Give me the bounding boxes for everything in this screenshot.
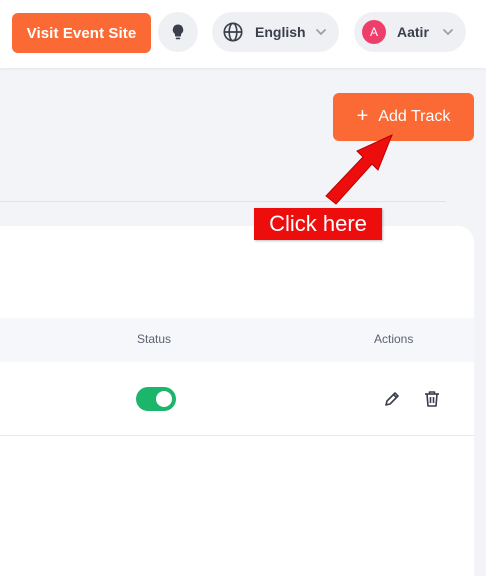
lightbulb-icon bbox=[172, 24, 184, 40]
chevron-down-icon bbox=[316, 29, 326, 36]
add-track-label: Add Track bbox=[378, 108, 451, 125]
user-menu[interactable]: A Aatir bbox=[354, 12, 466, 52]
column-actions: Actions bbox=[374, 332, 414, 346]
click-here-annotation: Click here bbox=[254, 208, 382, 240]
plus-icon: + bbox=[356, 105, 369, 127]
visit-event-site-button[interactable]: Visit Event Site bbox=[12, 13, 151, 53]
pencil-icon[interactable] bbox=[382, 389, 402, 409]
avatar: A bbox=[362, 20, 386, 44]
globe-icon bbox=[223, 22, 243, 42]
theme-toggle-button[interactable] bbox=[158, 12, 198, 52]
table-row bbox=[0, 362, 474, 436]
trash-icon[interactable] bbox=[422, 389, 442, 409]
top-bar: Visit Event Site English A Aatir bbox=[0, 0, 486, 68]
language-label: English bbox=[255, 24, 306, 40]
language-selector[interactable]: English bbox=[212, 12, 339, 52]
toggle-knob bbox=[156, 391, 172, 407]
table-header: Status Actions bbox=[0, 318, 474, 362]
annotation-arrow-icon bbox=[325, 134, 393, 205]
user-name: Aatir bbox=[397, 24, 429, 40]
status-toggle[interactable] bbox=[136, 387, 176, 411]
column-status: Status bbox=[137, 332, 172, 346]
chevron-down-icon bbox=[443, 29, 453, 36]
